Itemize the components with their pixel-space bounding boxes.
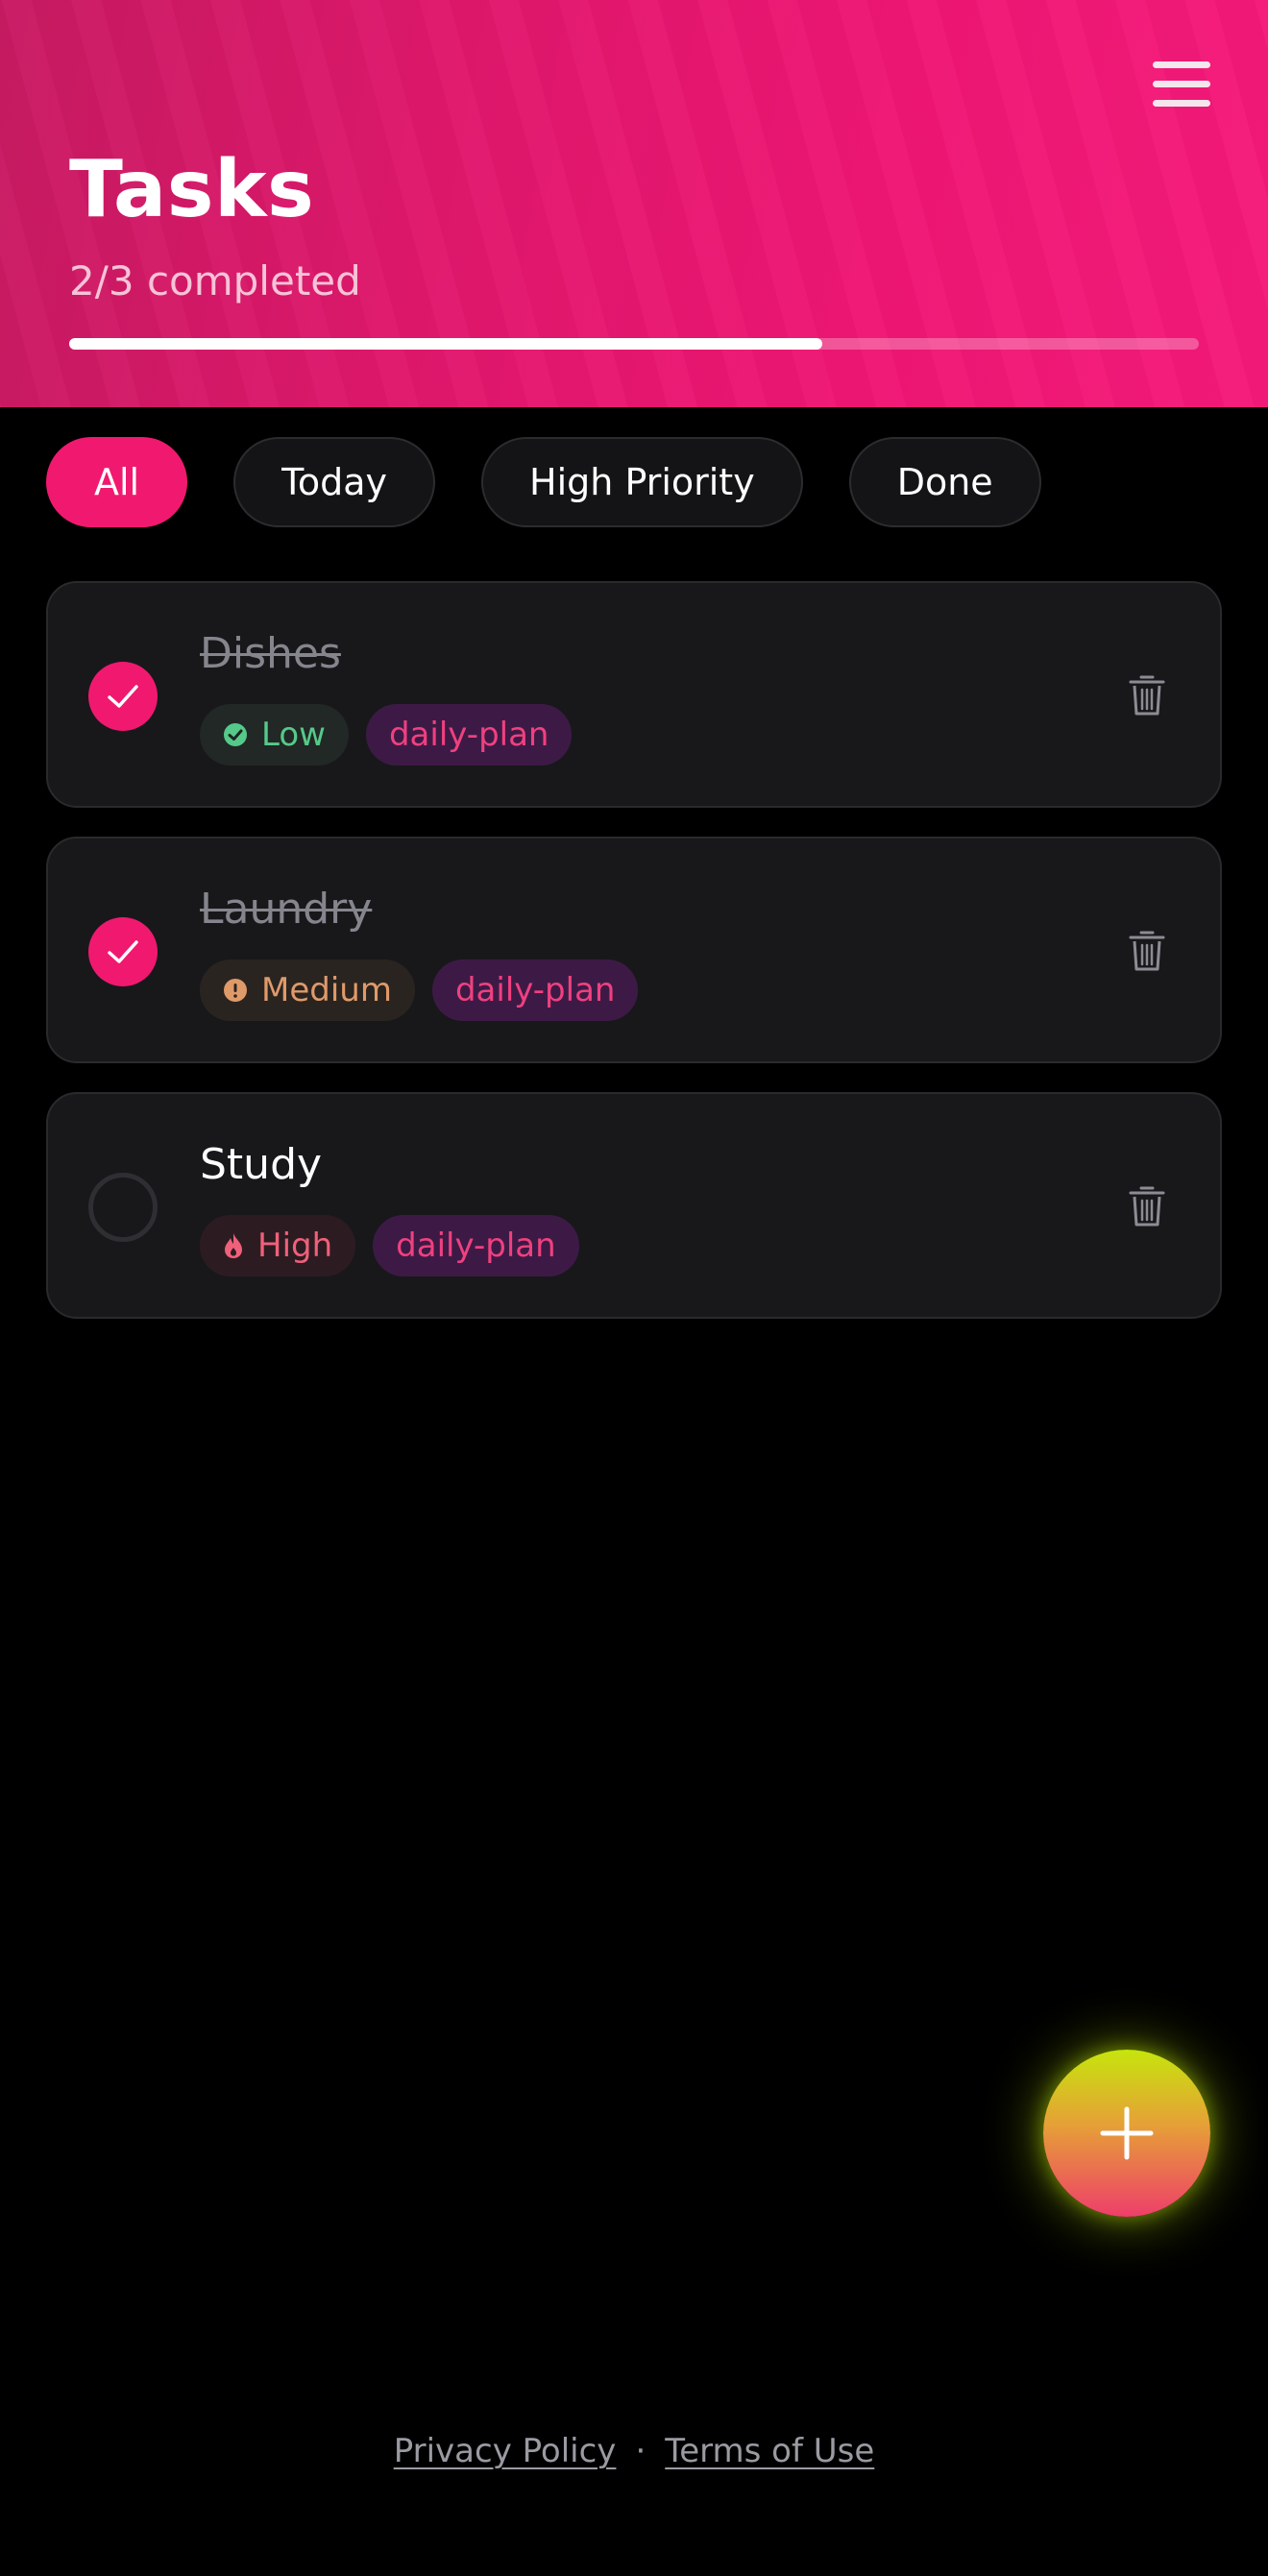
completion-count: 2/3 completed xyxy=(69,257,361,304)
task-badges: Medium daily-plan xyxy=(200,960,639,1021)
terms-of-use-link[interactable]: Terms of Use xyxy=(665,2432,874,2470)
priority-badge: Medium xyxy=(200,960,415,1021)
filter-chip-all[interactable]: All xyxy=(46,437,188,527)
task-title: Dishes xyxy=(200,629,341,678)
task-card[interactable]: Dishes Low daily-plan xyxy=(46,581,1222,808)
checkmark-icon xyxy=(108,940,138,963)
hamburger-menu-icon[interactable] xyxy=(1153,61,1210,108)
tag-badge: daily-plan xyxy=(373,1215,579,1276)
priority-label: Medium xyxy=(261,971,392,1009)
footer: Privacy Policy · Terms of Use xyxy=(0,2432,1268,2470)
task-checkbox-checked[interactable] xyxy=(88,662,158,731)
task-card[interactable]: Laundry Medium daily-plan xyxy=(46,837,1222,1063)
trash-icon[interactable] xyxy=(1128,929,1166,973)
progress-bar xyxy=(69,338,1199,350)
task-title: Study xyxy=(200,1140,323,1189)
filter-chip-today[interactable]: Today xyxy=(233,437,436,527)
task-checkbox-unchecked[interactable] xyxy=(88,1173,158,1242)
task-checkbox-checked[interactable] xyxy=(88,917,158,986)
add-task-button[interactable] xyxy=(1043,2050,1210,2217)
footer-separator: · xyxy=(635,2432,646,2470)
privacy-policy-link[interactable]: Privacy Policy xyxy=(394,2432,617,2470)
header: Tasks 2/3 completed xyxy=(0,0,1268,407)
progress-bar-fill xyxy=(69,338,823,350)
priority-label: Low xyxy=(261,716,326,754)
task-card[interactable]: Study High daily-plan xyxy=(46,1092,1222,1319)
check-circle-icon xyxy=(224,723,247,746)
tag-badge: daily-plan xyxy=(365,704,573,766)
task-badges: Low daily-plan xyxy=(200,704,573,766)
priority-badge: Low xyxy=(200,704,349,766)
alert-circle-icon xyxy=(224,979,247,1002)
plus-icon xyxy=(1100,2106,1154,2160)
trash-icon[interactable] xyxy=(1128,673,1166,717)
filter-chips: All Today High Priority Done xyxy=(46,437,1041,529)
trash-icon[interactable] xyxy=(1128,1184,1166,1228)
filter-chip-high-priority[interactable]: High Priority xyxy=(481,437,803,527)
priority-badge: High xyxy=(200,1215,356,1276)
task-title: Laundry xyxy=(200,885,373,934)
task-badges: High daily-plan xyxy=(200,1215,579,1276)
flame-icon xyxy=(225,1233,242,1258)
checkmark-icon xyxy=(108,685,138,708)
page-title: Tasks xyxy=(69,144,315,235)
priority-label: High xyxy=(257,1227,333,1265)
tag-badge: daily-plan xyxy=(431,960,639,1021)
filter-chip-done[interactable]: Done xyxy=(848,437,1041,527)
